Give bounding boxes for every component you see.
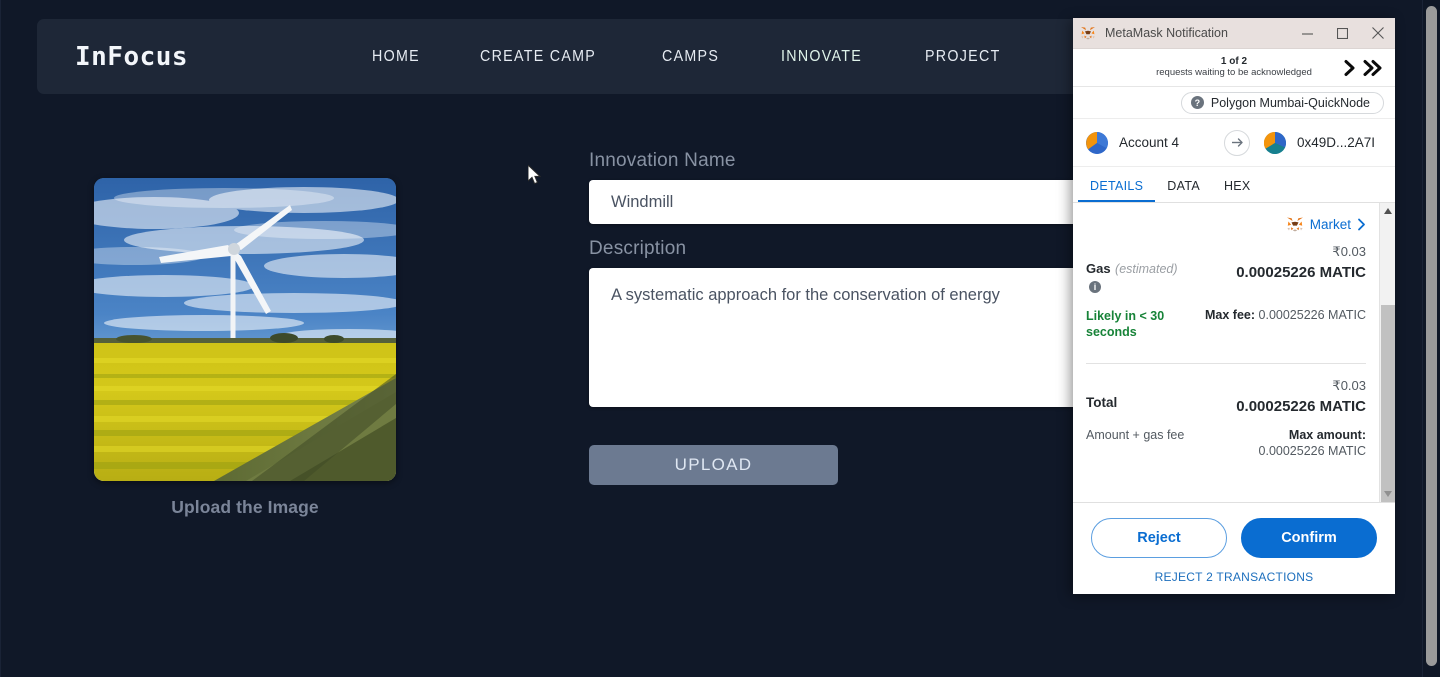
total-amount-group: ₹0.03 0.00025226 MATIC [1194,378,1366,415]
maximize-icon[interactable] [1325,18,1360,49]
confirm-button[interactable]: Confirm [1241,518,1377,558]
upload-caption: Upload the Image [171,497,319,517]
to-account[interactable]: 0x49D...2A7I [1264,131,1376,154]
amount-row: Amount + gas fee Max amount: 0.00025226 … [1086,427,1366,461]
reject-button[interactable]: Reject [1091,518,1227,558]
max-amount-label: Max amount: [1288,427,1366,442]
fee-row: Likely in < 30 seconds Max fee: 0.000252… [1086,308,1366,341]
from-account-avatar [1086,131,1108,154]
gas-label-group: Gas (estimated) i [1086,244,1194,296]
network-name: Polygon Mumbai-QuickNode [1210,95,1370,110]
nav-item-create-camp[interactable]: CREATE CAMP [480,48,596,66]
max-fee-value: 0.00025226 MATIC [1258,308,1366,322]
tab-hex[interactable]: HEX [1212,179,1263,202]
gas-label: Gas [1086,261,1111,276]
scroll-down-icon[interactable] [1380,486,1395,502]
screen: InFocus HOME CREATE CAMP CAMPS INNOVATE … [0,0,1440,677]
pending-requests-bar: 1 of 2 requests waiting to be acknowledg… [1073,49,1395,87]
from-account[interactable]: Account 4 [1086,131,1224,154]
nav-item-project[interactable]: PROJECT [925,48,1001,66]
nav-item-innovate[interactable]: INNOVATE [781,48,862,66]
gas-speed-estimate: Likely in < 30 seconds [1086,309,1165,340]
gas-row: Gas (estimated) i ₹0.03 0.00025226 MATIC [1086,244,1366,296]
brand-logo[interactable]: InFocus [75,42,188,72]
from-account-name: Account 4 [1119,135,1180,150]
transaction-footer: Reject Confirm REJECT 2 TRANSACTIONS [1073,502,1395,594]
market-label: Market [1309,217,1351,232]
pending-requests-text: 1 of 2 requests waiting to be acknowledg… [1156,56,1312,78]
metamask-fox-icon [1081,27,1095,40]
gas-info-icon[interactable]: i [1089,281,1101,293]
details-scrollbar[interactable] [1379,203,1395,502]
transaction-details-body: Market Gas (estimated) i ₹0.03 0.0002522… [1073,203,1395,502]
total-label: Total [1086,394,1118,410]
network-row: ? Polygon Mumbai-QuickNode [1073,87,1395,119]
tab-details[interactable]: DETAILS [1078,179,1156,202]
market-link[interactable]: Market [1086,216,1366,233]
nav-links: HOME CREATE CAMP CAMPS INNOVATE PROJECT [372,48,1007,66]
nav-item-camps[interactable]: CAMPS [662,48,719,66]
reject-all-transactions-link[interactable]: REJECT 2 TRANSACTIONS [1091,570,1377,584]
total-crypto-amount: 0.00025226 MATIC [1236,397,1366,415]
total-fiat-amount: ₹0.03 [1332,377,1366,393]
metamask-titlebar: MetaMask Notification [1073,18,1395,49]
chevron-right-icon[interactable] [1343,59,1357,76]
page-scrollbar-thumb[interactable] [1426,6,1437,666]
metamask-notification-window: MetaMask Notification 1 of 2 requests wa… [1073,18,1395,594]
minimize-icon[interactable] [1290,18,1325,49]
to-account-address: 0x49D...2A7I [1297,135,1376,150]
gas-amount-group: ₹0.03 0.00025226 MATIC [1194,244,1366,296]
mouse-cursor-icon [528,165,542,185]
network-selector[interactable]: ? Polygon Mumbai-QuickNode [1180,91,1384,114]
upload-column: Upload the Image [94,178,396,518]
chevron-double-right-icon[interactable] [1363,59,1383,76]
details-scroll-area: Market Gas (estimated) i ₹0.03 0.0002522… [1073,203,1379,502]
page-scrollbar[interactable] [1423,0,1440,677]
upload-button[interactable]: UPLOAD [589,445,838,485]
accounts-row: Account 4 0x49D...2A7I [1073,119,1395,167]
tab-data[interactable]: DATA [1155,179,1212,202]
request-subtext: requests waiting to be acknowledged [1156,66,1312,78]
transfer-direction-icon [1224,129,1250,156]
nav-item-home[interactable]: HOME [372,48,420,66]
details-divider [1086,362,1366,364]
close-icon[interactable] [1360,18,1395,49]
details-scrollbar-thumb[interactable] [1381,305,1395,502]
gas-estimated-label: (estimated) [1115,262,1178,276]
request-nav[interactable] [1343,59,1383,76]
total-label-group: Total [1086,378,1194,415]
max-fee-label: Max fee: [1205,308,1256,322]
network-unknown-icon: ? [1190,96,1204,109]
max-amount-group: Max amount: 0.00025226 MATIC [1196,427,1366,461]
amount-sublabel: Amount + gas fee [1086,427,1185,442]
max-fee-group: Max fee: 0.00025226 MATIC [1186,308,1366,322]
gas-crypto-amount: 0.00025226 MATIC [1236,264,1366,281]
transaction-tabs: DETAILS DATA HEX [1073,167,1395,203]
action-buttons: Reject Confirm [1091,518,1377,558]
window-controls [1290,18,1395,49]
image-preview[interactable] [94,178,396,481]
scroll-up-icon[interactable] [1380,203,1395,219]
max-amount-value: 0.00025226 MATIC [1258,444,1366,459]
chevron-right-icon [1358,218,1365,231]
total-row: Total ₹0.03 0.00025226 MATIC [1086,378,1366,415]
to-account-avatar [1264,131,1286,154]
windmill-photo-icon [94,178,396,481]
metamask-window-title: MetaMask Notification [1105,26,1228,40]
gas-fiat-amount: ₹0.03 [1332,244,1366,259]
metamask-fox-icon [1286,217,1303,232]
